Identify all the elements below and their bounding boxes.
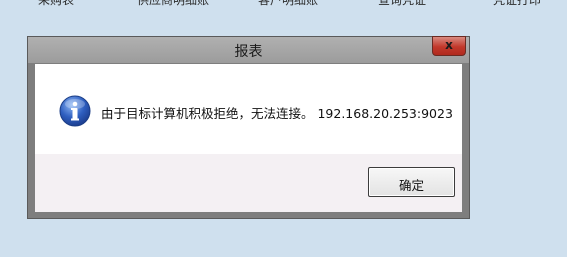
- dialog-footer: 确定: [35, 154, 462, 212]
- menu-item-voucher-print[interactable]: 凭证打印: [493, 0, 541, 8]
- dialog-message: 由于目标计算机积极拒绝，无法连接。 192.168.20.253:9023: [101, 106, 453, 121]
- menu-item-customer-ledger[interactable]: 客户明细账: [258, 0, 318, 8]
- close-icon: x: [445, 38, 453, 52]
- information-icon: [59, 95, 91, 127]
- dialog-titlebar[interactable]: 报表 x: [28, 36, 469, 63]
- menu-item-supplier-ledger[interactable]: 供应商明细账: [137, 0, 209, 8]
- message-dialog: 报表 x 由于目标计算机积极拒绝，无法连接。 192.168.20.253:90…: [27, 36, 470, 219]
- dialog-title: 报表: [234, 44, 263, 60]
- background-menu-bar: 采购表 供应商明细账 客户明细账 查询凭证 凭证打印: [0, 0, 567, 7]
- menu-item-purchase-table[interactable]: 采购表: [38, 0, 74, 8]
- ok-button-label: 确定: [398, 178, 424, 193]
- dialog-content: 由于目标计算机积极拒绝，无法连接。 192.168.20.253:9023: [35, 64, 462, 154]
- menu-item-query-voucher[interactable]: 查询凭证: [378, 0, 426, 8]
- ok-button[interactable]: 确定: [368, 167, 455, 197]
- close-button[interactable]: x: [432, 36, 466, 56]
